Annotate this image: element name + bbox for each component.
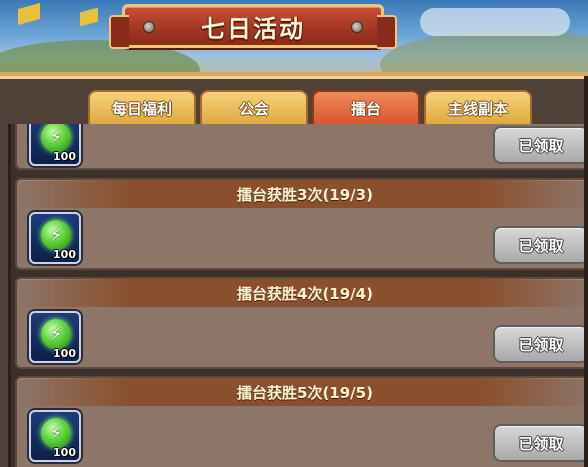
title-banner: 七日活动 xyxy=(109,4,397,49)
task-title: 擂台获胜3次(19/3) xyxy=(17,180,588,208)
task-card: 擂台获胜5次(19/5) ⚡ 100 已领取 xyxy=(15,376,588,467)
rivet-icon xyxy=(351,21,363,33)
energy-bolt-icon: ⚡ xyxy=(41,124,71,152)
claimed-button[interactable]: 已领取 xyxy=(493,126,588,164)
tab-bar: 每日福利 公会 擂台 主线副本 xyxy=(88,90,532,124)
energy-bolt-icon: ⚡ xyxy=(41,418,71,448)
task-title: 擂台获胜4次(19/4) xyxy=(17,279,588,307)
task-list[interactable]: ⚡ 100 已领取 擂台获胜3次(19/3) ⚡ 100 已领取 擂台获胜4次(… xyxy=(8,124,588,467)
scenery-flag xyxy=(18,3,40,25)
claimed-button[interactable]: 已领取 xyxy=(493,226,588,264)
energy-bolt-icon: ⚡ xyxy=(41,220,71,250)
task-card: 擂台获胜3次(19/3) ⚡ 100 已领取 xyxy=(15,178,588,270)
claimed-button[interactable]: 已领取 xyxy=(493,424,588,462)
panel-edge xyxy=(584,76,588,467)
task-card: ⚡ 100 已领取 xyxy=(15,124,588,170)
tab-arena[interactable]: 擂台 xyxy=(312,90,420,124)
page-title: 七日活动 xyxy=(201,14,305,43)
tab-main-dungeon[interactable]: 主线副本 xyxy=(424,90,532,124)
claimed-button[interactable]: 已领取 xyxy=(493,325,588,363)
reward-item[interactable]: ⚡ 100 xyxy=(29,212,81,264)
rivet-icon xyxy=(143,21,155,33)
reward-quantity: 100 xyxy=(53,446,76,459)
reward-quantity: 100 xyxy=(53,248,76,261)
reward-item[interactable]: ⚡ 100 xyxy=(29,124,81,166)
reward-quantity: 100 xyxy=(53,347,76,360)
scenery-flag xyxy=(80,7,98,27)
task-card: 擂台获胜4次(19/4) ⚡ 100 已领取 xyxy=(15,277,588,369)
energy-bolt-icon: ⚡ xyxy=(41,319,71,349)
task-title: 擂台获胜5次(19/5) xyxy=(17,378,588,406)
tab-guild[interactable]: 公会 xyxy=(200,90,308,124)
reward-item[interactable]: ⚡ 100 xyxy=(29,311,81,363)
reward-quantity: 100 xyxy=(53,150,76,163)
tab-daily-welfare[interactable]: 每日福利 xyxy=(88,90,196,124)
scenery-cloud xyxy=(420,8,570,36)
reward-item[interactable]: ⚡ 100 xyxy=(29,410,81,462)
